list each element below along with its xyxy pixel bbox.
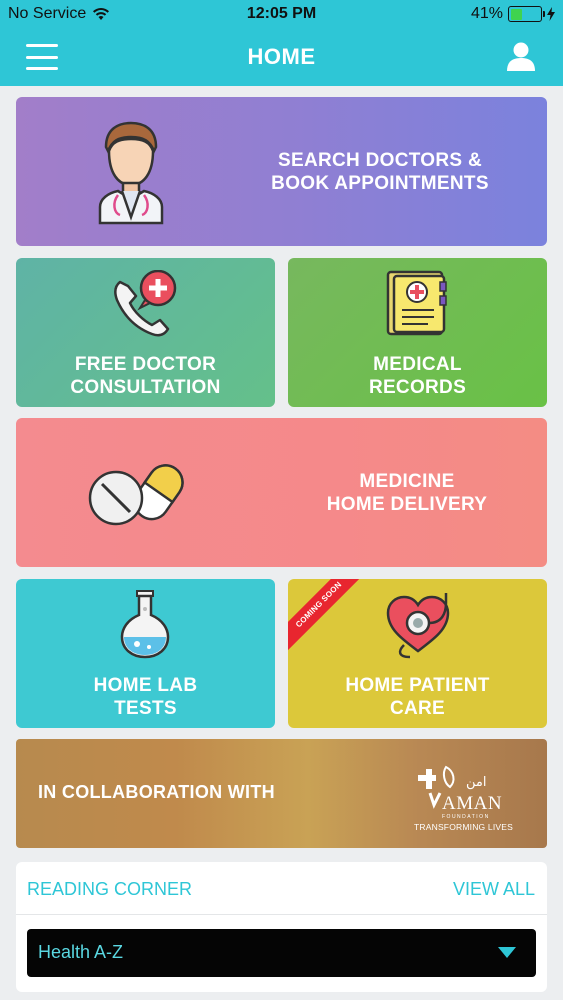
pills-icon (88, 464, 184, 526)
medical-folder-icon (386, 270, 447, 336)
coming-soon-badge: COMING SOON (288, 579, 368, 659)
battery-percent: 41% (470, 5, 503, 22)
home-patient-care-tile[interactable]: COMING SOON HOME PATIENT CARE (288, 579, 547, 728)
reading-corner-heading: READING CORNER (27, 879, 193, 899)
charging-bolt-icon (547, 7, 555, 21)
view-all-link[interactable]: VIEW ALL (453, 879, 535, 900)
status-right: 41% (471, 5, 555, 23)
battery-icon (508, 6, 545, 22)
free-consultation-tile[interactable]: FREE DOCTOR CONSULTATION (16, 258, 275, 407)
home-lab-tests-label: HOME LAB TESTS (93, 675, 198, 719)
aman-logo-sub: FOUNDATION (442, 814, 490, 820)
profile-icon[interactable] (505, 40, 537, 72)
search-doctors-label: SEARCH DOCTORS & BOOK APPOINTMENTS (271, 150, 489, 194)
aman-logo: امن AMAN FOUNDATION TRANSFORMING LIVES (414, 761, 514, 833)
battery-fill (510, 8, 523, 20)
page-title: HOME (247, 44, 316, 69)
search-doctors-tile[interactable]: SEARCH DOCTORS & BOOK APPOINTMENTS (16, 97, 547, 246)
health-topic-value: Health A-Z (38, 942, 124, 962)
free-consultation-label: FREE DOCTOR CONSULTATION (70, 354, 221, 398)
coming-soon-ribbon: COMING SOON (288, 579, 368, 659)
medical-records-label: MEDICAL RECORDS (368, 354, 467, 398)
doctor-icon (98, 121, 164, 225)
collaboration-banner[interactable]: IN COLLABORATION WITH امن AMAN FOUNDATIO… (16, 739, 547, 848)
health-topic-select[interactable]: Health A-Z (27, 929, 536, 977)
aman-logo-name: AMAN (442, 793, 503, 814)
dropdown-arrow-icon (498, 947, 516, 958)
reading-corner-card: READING CORNER VIEW ALL Health A-Z (16, 862, 547, 992)
medical-records-tile[interactable]: MEDICAL RECORDS (288, 258, 547, 407)
medicine-delivery-tile[interactable]: MEDICINE HOME DELIVERY (16, 418, 547, 567)
reading-corner-divider (16, 914, 547, 915)
medicine-delivery-label: MEDICINE HOME DELIVERY (326, 471, 488, 515)
home-patient-care-label: HOME PATIENT CARE (345, 675, 490, 719)
phone-consult-icon (114, 270, 177, 337)
nav-bar: HOME (0, 30, 563, 86)
home-lab-tests-tile[interactable]: HOME LAB TESTS (16, 579, 275, 728)
aman-logo-tagline: TRANSFORMING LIVES (414, 822, 514, 832)
flask-icon (120, 590, 170, 659)
heart-stethoscope-icon (386, 593, 450, 659)
aman-logo-arabic: امن (466, 775, 487, 790)
collaboration-label: IN COLLABORATION WITH (38, 782, 275, 802)
status-bar: No Service 12:05 PM 41% (0, 0, 563, 30)
